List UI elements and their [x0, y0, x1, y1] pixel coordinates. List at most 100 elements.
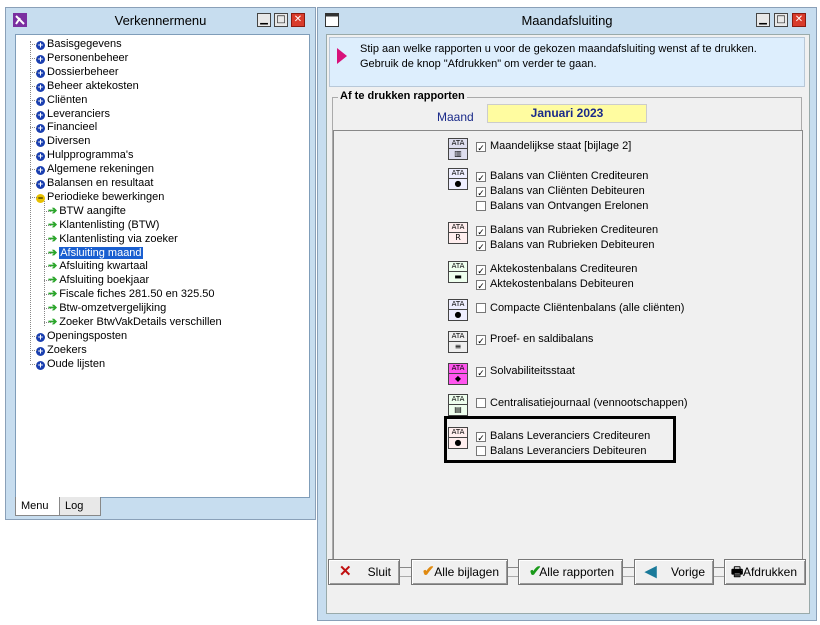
tree-item-label: Zoekers — [47, 343, 87, 356]
report-checkbox[interactable]: ✓ — [476, 432, 486, 443]
tree-item[interactable]: + Balansen en resultaat — [36, 176, 153, 190]
report-checkbox-row[interactable]: ✓ Aktekostenbalans Crediteuren — [476, 262, 637, 276]
report-checkbox[interactable]: ✓ — [476, 265, 486, 276]
report-label: Balans Leveranciers Crediteuren — [490, 430, 651, 442]
report-checkbox-row[interactable]: ✓ Balans van Rubrieken Crediteuren — [476, 223, 658, 237]
report-checkbox[interactable]: ✓ — [476, 172, 486, 183]
report-checkbox-row[interactable]: ✓ Balans Leveranciers Crediteuren — [476, 429, 650, 443]
tree-item[interactable]: ➔ Afsluiting maand — [48, 246, 143, 260]
tree-item[interactable]: + Zoekers — [36, 343, 87, 357]
report-label: Centralisatiejournaal (vennootschappen) — [490, 397, 688, 409]
menu-tree[interactable]: + Basisgegevens + Personenbeheer + Dossierbeh… — [15, 34, 310, 498]
minimize-icon[interactable]: ▁ — [756, 13, 770, 27]
expand-icon[interactable]: + — [36, 360, 45, 370]
print-button[interactable]: 🖶 Afdrukken — [724, 559, 806, 585]
report-checkbox-row[interactable]: ✓ Balans van Rubrieken Debiteuren — [476, 238, 655, 252]
report-checkbox-row[interactable]: Balans Leveranciers Debiteuren — [476, 444, 647, 458]
all-reports-button[interactable]: ✔ Alle rapporten — [518, 559, 623, 585]
report-checkbox[interactable]: ✓ — [476, 226, 486, 237]
report-label: Solvabiliteitsstaat — [490, 365, 575, 377]
tree-item[interactable]: ➔ Afsluiting boekjaar — [48, 273, 149, 287]
tree-item[interactable]: + Algemene rekeningen — [36, 162, 154, 176]
tree-item[interactable]: ➔ Klantenlisting (BTW) — [48, 218, 159, 232]
tree-item[interactable]: + Diversen — [36, 134, 90, 148]
tree-item[interactable]: + Basisgegevens — [36, 37, 122, 51]
report-label: Balans Leveranciers Debiteuren — [490, 445, 647, 457]
tree-item[interactable]: + Personenbeheer — [36, 51, 128, 65]
explorer-titlebar[interactable]: Verkennermenu ▁ □ ✕ — [6, 8, 315, 34]
tab-log[interactable]: Log — [59, 497, 101, 516]
expand-icon[interactable]: + — [36, 54, 45, 64]
report-checkbox-row[interactable]: Centralisatiejournaal (vennootschappen) — [476, 396, 688, 410]
tree-item[interactable]: ➔ BTW aangifte — [48, 204, 126, 218]
tree-item-label: Klantenlisting (BTW) — [59, 218, 160, 231]
tree-item[interactable]: + Cliënten — [36, 93, 87, 107]
report-icon-clients: ATA ● — [448, 168, 468, 190]
report-checkbox[interactable]: ✓ — [476, 280, 486, 291]
expand-icon[interactable]: + — [36, 346, 45, 356]
maximize-icon[interactable]: □ — [274, 13, 288, 27]
expand-icon[interactable]: + — [36, 82, 45, 92]
report-icon-proef: ATA ≡ — [448, 331, 468, 353]
tree-item[interactable]: + Openingsposten — [36, 329, 127, 343]
month-close-window: Maandafsluiting ▁ □ ✕ Stip aan welke rap… — [317, 7, 817, 621]
close-button[interactable]: ✕ Sluit — [328, 559, 400, 585]
tab-menu[interactable]: Menu — [15, 497, 63, 516]
month-field[interactable]: Januari 2023 — [487, 104, 647, 123]
report-checkbox-row[interactable]: ✓ Aktekostenbalans Debiteuren — [476, 277, 634, 291]
expand-icon[interactable]: + — [36, 124, 45, 134]
tree-item[interactable]: + Leveranciers — [36, 107, 110, 121]
expand-icon[interactable]: + — [36, 180, 45, 189]
tree-item-label: Openingsposten — [47, 329, 128, 342]
report-checkbox[interactable]: ✓ — [476, 367, 486, 378]
previous-button[interactable]: ◀ Vorige — [634, 559, 714, 585]
report-checkbox-row[interactable]: Balans van Ontvangen Erelonen — [476, 199, 648, 213]
expand-icon[interactable]: + — [36, 166, 45, 176]
tree-item-label: Financieel — [47, 121, 98, 134]
close-icon[interactable]: ✕ — [291, 13, 305, 27]
all-attachments-button[interactable]: ✔ Alle bijlagen — [411, 559, 508, 585]
report-checkbox[interactable] — [476, 398, 486, 408]
tree-item[interactable]: + Beheer aktekosten — [36, 79, 139, 93]
report-checkbox-row[interactable]: Compacte Cliëntenbalans (alle cliënten) — [476, 301, 684, 315]
tree-item-label: Zoeker BtwVakDetails verschillen — [59, 316, 222, 328]
tree-item[interactable]: − Periodieke bewerkingen — [36, 190, 164, 204]
expand-icon[interactable]: + — [36, 68, 45, 78]
expand-icon[interactable]: + — [36, 138, 45, 148]
tree-item[interactable]: ➔ Klantenlisting via zoeker — [48, 232, 178, 246]
report-checkbox-row[interactable]: ✓ Proef- en saldibalans — [476, 332, 593, 346]
expand-icon[interactable]: + — [36, 110, 45, 120]
report-checkbox-row[interactable]: ✓ Balans van Cliënten Crediteuren — [476, 169, 648, 183]
tree-item[interactable]: + Hulpprogramma's — [36, 148, 133, 162]
tree-item-label: Personenbeheer — [47, 51, 129, 64]
info-line-1: Stip aan welke rapporten u voor de gekoz… — [360, 43, 757, 55]
tree-item[interactable]: ➔ Zoeker BtwVakDetails verschillen — [48, 315, 222, 329]
report-checkbox-row[interactable]: ✓ Solvabiliteitsstaat — [476, 364, 575, 378]
tree-item[interactable]: + Oude lijsten — [36, 357, 105, 371]
tree-item[interactable]: ➔ Afsluiting kwartaal — [48, 259, 148, 273]
tree-item[interactable]: + Dossierbeheer — [36, 65, 119, 79]
report-checkbox[interactable]: ✓ — [476, 335, 486, 346]
tree-item[interactable]: ➔ Btw-omzetvergelijking — [48, 301, 166, 315]
expand-icon[interactable]: + — [36, 332, 45, 342]
expand-icon[interactable]: + — [36, 96, 45, 106]
tree-item[interactable]: ➔ Fiscale fiches 281.50 en 325.50 — [48, 287, 215, 301]
report-checkbox[interactable]: ✓ — [476, 241, 486, 252]
tree-item-label: Diversen — [47, 135, 91, 148]
report-checkbox[interactable] — [476, 303, 486, 313]
report-checkbox-row[interactable]: ✓ Maandelijkse staat [bijlage 2] — [476, 139, 631, 153]
month-close-titlebar[interactable]: Maandafsluiting ▁ □ ✕ — [318, 8, 816, 34]
maximize-icon[interactable]: □ — [774, 13, 788, 27]
expand-icon[interactable]: + — [36, 41, 45, 50]
close-icon[interactable]: ✕ — [792, 13, 806, 27]
minimize-icon[interactable]: ▁ — [257, 13, 271, 27]
expand-icon[interactable]: + — [36, 152, 45, 162]
tree-item[interactable]: + Financieel — [36, 120, 97, 134]
report-checkbox[interactable]: ✓ — [476, 187, 486, 198]
report-checkbox-row[interactable]: ✓ Balans van Cliënten Debiteuren — [476, 184, 645, 198]
report-checkbox[interactable]: ✓ — [476, 142, 486, 153]
x-icon: ✕ — [339, 563, 352, 580]
report-checkbox[interactable] — [476, 446, 486, 456]
collapse-icon[interactable]: − — [36, 193, 45, 203]
report-checkbox[interactable] — [476, 201, 486, 211]
